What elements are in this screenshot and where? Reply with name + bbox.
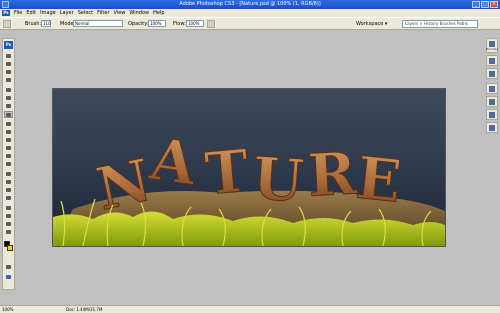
- menu-bar: Ps File Edit Image Layer Select Filter V…: [0, 9, 500, 17]
- airbrush-icon[interactable]: [207, 20, 215, 28]
- title-bar: Adobe Photoshop CS3 - [Nature.psd @ 100%…: [0, 0, 500, 9]
- nature-artwork: N A T U R E: [53, 124, 445, 246]
- path-selection-tool-icon[interactable]: [4, 186, 13, 193]
- hand-tool-icon[interactable]: [4, 220, 13, 227]
- color-panel-button[interactable]: [486, 96, 498, 107]
- brush-tool-preset-icon[interactable]: [3, 20, 11, 28]
- minimize-button[interactable]: _: [472, 1, 480, 8]
- notes-tool-icon[interactable]: [4, 204, 13, 211]
- opacity-field[interactable]: 100%: [148, 20, 166, 27]
- flow-field[interactable]: 100%: [186, 20, 204, 27]
- options-bar: Brush: 110 Mode: Normal Opacity: 100% Fl…: [0, 17, 500, 30]
- letter-e: E: [353, 144, 404, 216]
- layer-comps-panel-button[interactable]: [486, 68, 498, 79]
- brush-tool-icon[interactable]: [4, 111, 13, 118]
- status-bar: 100% Doc: 1.44M/31.7M: [0, 305, 500, 313]
- marquee-tool-icon[interactable]: [4, 60, 13, 67]
- ps-menu-badge[interactable]: Ps: [2, 10, 10, 16]
- move-tool-icon[interactable]: [4, 52, 13, 59]
- brushes-panel-button[interactable]: Brushes: [486, 38, 498, 53]
- letter-r: R: [306, 139, 358, 209]
- letter-a: A: [145, 125, 201, 199]
- gradient-tool-icon[interactable]: [4, 144, 13, 151]
- brushes-panel-label: Brushes: [485, 46, 499, 51]
- menu-filter[interactable]: Filter: [97, 10, 109, 16]
- brush-size-picker[interactable]: 110: [41, 20, 51, 27]
- eraser-tool-icon[interactable]: [4, 136, 13, 143]
- brush-label: Brush:: [25, 21, 42, 27]
- opacity-label: Opacity:: [128, 21, 149, 27]
- clone-stamp-tool-icon[interactable]: [4, 120, 13, 127]
- slice-tool-icon[interactable]: [4, 94, 13, 101]
- window-title: Adobe Photoshop CS3 - [Nature.psd @ 100%…: [179, 1, 321, 7]
- quick-mask-icon[interactable]: [4, 263, 13, 270]
- zoom-tool-icon[interactable]: [4, 228, 13, 235]
- menu-window[interactable]: Window: [129, 10, 149, 16]
- navigator-panel-button[interactable]: [486, 83, 498, 94]
- letter-u: U: [251, 144, 306, 215]
- pen-tool-icon[interactable]: [4, 170, 13, 177]
- flow-label: Flow:: [173, 21, 186, 27]
- blur-tool-icon[interactable]: [4, 152, 13, 159]
- eyedropper-tool-icon[interactable]: [4, 212, 13, 219]
- menu-file[interactable]: File: [14, 10, 22, 16]
- ps-logo: Ps: [4, 41, 13, 49]
- background-color-swatch[interactable]: [7, 245, 13, 251]
- workspace-button[interactable]: Workspace ▾: [356, 20, 387, 28]
- healing-brush-tool-icon[interactable]: [4, 102, 13, 109]
- panel-well-tabs[interactable]: Layers × History Brushes Paths: [402, 20, 478, 28]
- menu-edit[interactable]: Edit: [26, 10, 36, 16]
- close-button[interactable]: ×: [490, 1, 498, 8]
- doc-size-info[interactable]: Doc: 1.44M/31.7M: [66, 307, 102, 312]
- menu-view[interactable]: View: [114, 10, 126, 16]
- collapsed-panels: Brushes: [485, 38, 498, 138]
- menu-layer[interactable]: Layer: [60, 10, 74, 16]
- menu-help[interactable]: Help: [153, 10, 164, 16]
- quick-select-tool-icon[interactable]: [4, 76, 13, 83]
- mode-select[interactable]: Normal: [73, 20, 123, 27]
- swatches-panel-button[interactable]: [486, 109, 498, 120]
- lasso-tool-icon[interactable]: [4, 68, 13, 75]
- menu-select[interactable]: Select: [78, 10, 93, 16]
- zoom-label: 100%: [2, 307, 14, 312]
- dodge-tool-icon[interactable]: [4, 160, 13, 167]
- type-tool-icon[interactable]: [4, 178, 13, 185]
- styles-panel-button[interactable]: [486, 122, 498, 133]
- letter-t: T: [202, 137, 251, 209]
- crop-tool-icon[interactable]: [4, 86, 13, 93]
- shape-tool-icon[interactable]: [4, 194, 13, 201]
- maximize-button[interactable]: □: [481, 1, 489, 8]
- screen-mode-icon[interactable]: [4, 273, 13, 280]
- tool-presets-panel-button[interactable]: [486, 55, 498, 66]
- toolbox: Ps: [2, 38, 15, 290]
- menu-image[interactable]: Image: [40, 10, 56, 16]
- document-canvas[interactable]: N A T U R E: [53, 89, 445, 246]
- history-brush-tool-icon[interactable]: [4, 128, 13, 135]
